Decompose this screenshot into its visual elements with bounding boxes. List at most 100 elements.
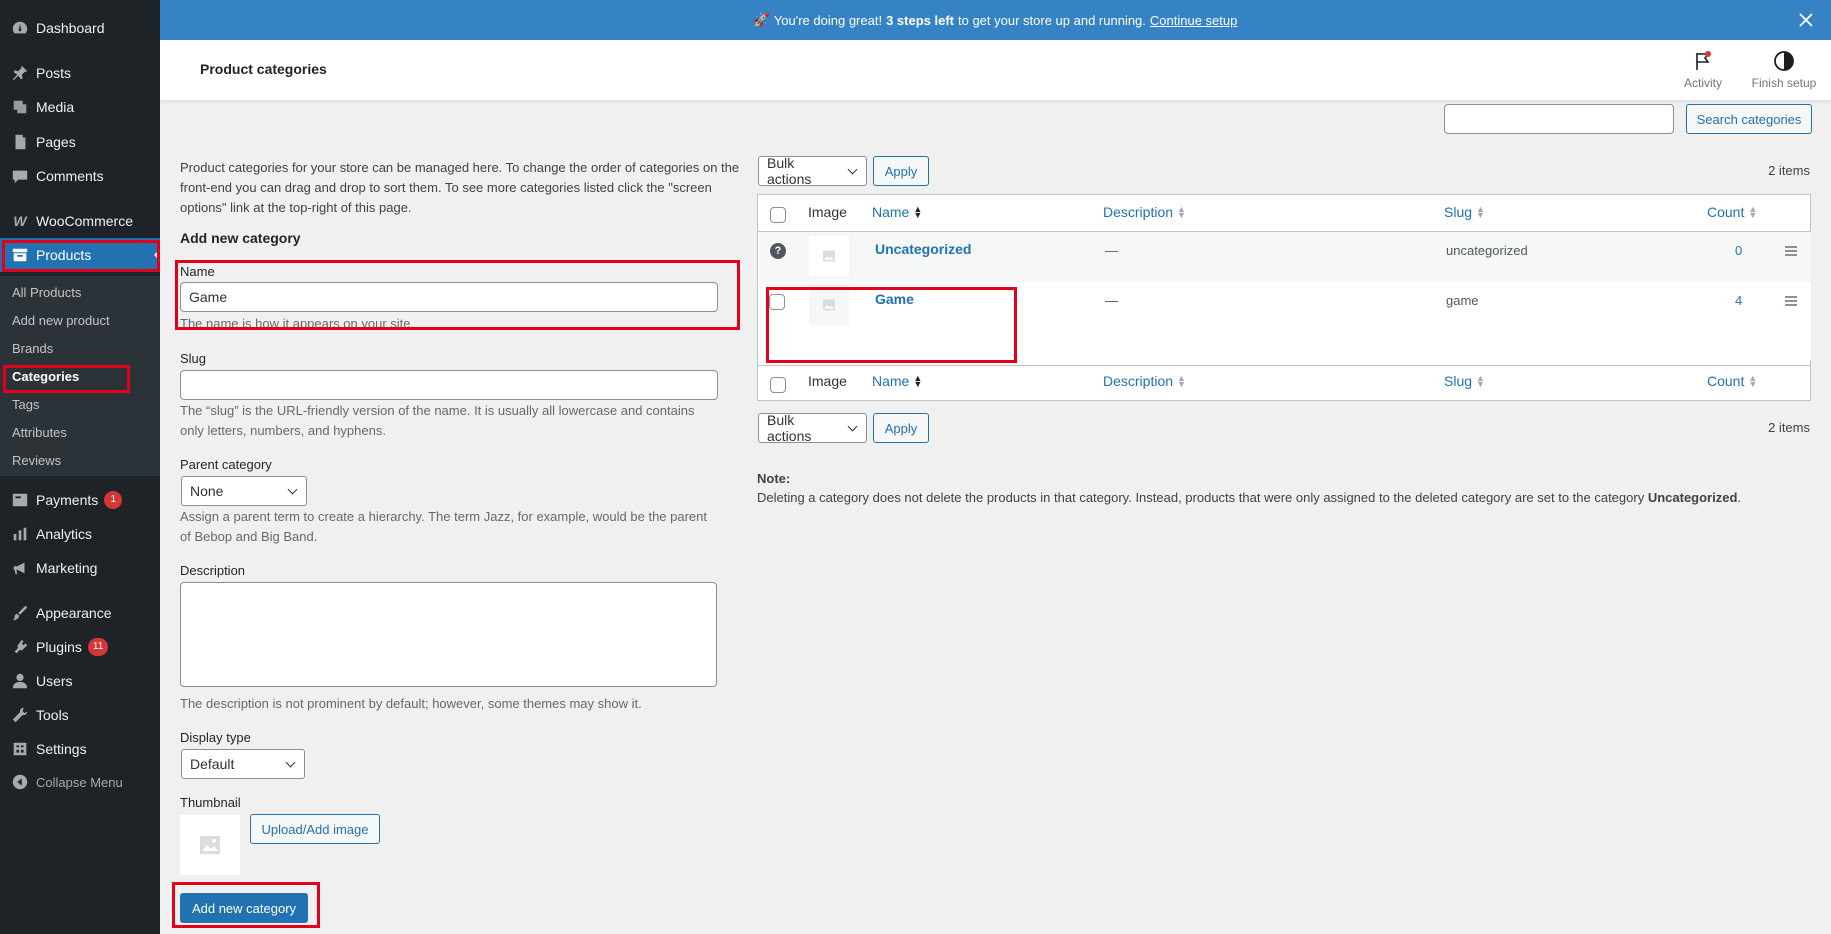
comments-icon — [10, 166, 30, 186]
close-icon[interactable] — [1795, 9, 1817, 31]
menu-comments[interactable]: Comments — [0, 159, 160, 193]
note-bold: Uncategorized — [1647, 490, 1738, 505]
menu-dashboard[interactable]: Dashboard — [0, 11, 160, 45]
menu-payments[interactable]: Payments 1 — [0, 483, 160, 517]
search-categories-input[interactable] — [1444, 104, 1674, 134]
menu-posts[interactable]: Posts — [0, 56, 160, 90]
column-image: Image — [808, 204, 847, 220]
column-count[interactable]: Count ▲ ▼ — [1707, 204, 1757, 220]
submenu-reviews[interactable]: Reviews — [12, 453, 61, 468]
submenu-tags[interactable]: Tags — [12, 397, 39, 412]
submenu-brands[interactable]: Brands — [12, 341, 53, 356]
column-name-label: Name — [872, 373, 910, 389]
category-slug: game — [1446, 293, 1479, 308]
menu-tools[interactable]: Tools — [0, 698, 160, 732]
add-category-heading: Add new category — [180, 230, 301, 246]
flag-icon — [1696, 51, 1711, 70]
column-slug[interactable]: Slug ▲ ▼ — [1444, 204, 1485, 220]
menu-analytics[interactable]: Analytics — [0, 517, 160, 551]
woocommerce-icon: W — [13, 213, 27, 229]
description-textarea[interactable] — [180, 582, 717, 687]
parent-category-help: Assign a parent term to create a hierarc… — [180, 509, 708, 544]
submenu-all-products[interactable]: All Products — [12, 285, 81, 300]
activity-label: Activity — [1683, 76, 1722, 90]
column-description-footer[interactable]: Description ▲ ▼ — [1103, 373, 1186, 389]
sort-icon: ▲ ▼ — [1177, 204, 1186, 220]
column-slug-footer[interactable]: Slug ▲ ▼ — [1444, 373, 1485, 389]
menu-users[interactable]: Users — [0, 664, 160, 698]
image-placeholder-icon — [200, 836, 220, 854]
description-help: The description is not prominent by defa… — [180, 696, 642, 711]
dashboard-icon — [10, 18, 30, 38]
banner-steps: 3 steps left — [886, 12, 954, 28]
menu-pages[interactable]: Pages — [0, 125, 160, 159]
setup-banner: 🚀 You're doing great! 3 steps left to ge… — [160, 0, 1831, 40]
column-count-label: Count — [1707, 373, 1745, 389]
menu-settings[interactable]: Settings — [0, 732, 160, 766]
plugin-icon — [10, 637, 30, 657]
brush-icon — [10, 603, 30, 623]
upload-image-button[interactable]: Upload/Add image — [250, 814, 380, 844]
column-count-footer[interactable]: Count ▲ ▼ — [1707, 373, 1757, 389]
menu-media[interactable]: Media — [0, 90, 160, 124]
category-count-link[interactable]: 0 — [1735, 243, 1742, 258]
menu-label: Dashboard — [36, 20, 105, 36]
analytics-icon — [10, 524, 30, 544]
category-slug: uncategorized — [1446, 243, 1528, 258]
continue-setup-link[interactable]: Continue setup — [1150, 13, 1237, 28]
search-categories-button[interactable]: Search categories — [1686, 104, 1812, 134]
drag-handle-icon[interactable] — [1785, 296, 1797, 308]
wrench-icon — [10, 705, 30, 725]
submenu-attributes[interactable]: Attributes — [12, 425, 67, 440]
sort-icon: ▲ ▼ — [1748, 204, 1758, 220]
drag-handle-icon[interactable] — [1785, 246, 1797, 258]
table-row: ? Uncategorized — uncategorized 0 — [759, 232, 1811, 282]
finish-setup-button[interactable]: Finish setup — [1744, 50, 1824, 90]
apply-button-top[interactable]: Apply — [873, 156, 929, 186]
thumbnail-label: Thumbnail — [180, 795, 241, 810]
column-name-footer[interactable]: Name ▲ ▼ — [872, 373, 922, 389]
menu-label: Plugins — [36, 639, 82, 655]
bulk-actions-select-bottom[interactable]: Bulk actions — [758, 412, 867, 444]
menu-marketing[interactable]: Marketing — [0, 551, 160, 585]
bulk-actions-select-top[interactable]: Bulk actions — [758, 155, 867, 187]
column-name[interactable]: Name ▲ ▼ — [872, 204, 922, 220]
submenu-add-new-product[interactable]: Add new product — [12, 313, 110, 328]
select-all-checkbox[interactable] — [770, 207, 786, 223]
parent-category-label: Parent category — [180, 457, 272, 472]
column-description-label: Description — [1103, 204, 1174, 220]
items-count-top: 2 items — [1768, 163, 1810, 178]
category-count-link[interactable]: 4 — [1735, 293, 1742, 308]
apply-button-bottom[interactable]: Apply — [873, 413, 929, 443]
admin-sidebar: Dashboard Posts Media Pages Comments W W… — [0, 0, 160, 934]
menu-label: Appearance — [36, 605, 112, 621]
help-icon[interactable]: ? — [770, 243, 786, 259]
progress-circle-icon — [1774, 51, 1794, 71]
select-all-checkbox-bottom[interactable] — [770, 377, 786, 393]
rocket-icon: 🚀 — [753, 12, 770, 27]
plugins-badge: 11 — [87, 638, 109, 656]
items-count-bottom: 2 items — [1768, 420, 1810, 435]
menu-woocommerce[interactable]: W WooCommerce — [0, 204, 160, 238]
column-slug-label: Slug — [1444, 373, 1473, 389]
menu-appearance[interactable]: Appearance — [0, 596, 160, 630]
menu-collapse[interactable]: Collapse Menu — [0, 765, 160, 799]
menu-plugins[interactable]: Plugins 11 — [0, 630, 160, 664]
menu-label: WooCommerce — [36, 213, 133, 229]
column-description[interactable]: Description ▲ ▼ — [1103, 204, 1186, 220]
column-count-label: Count — [1707, 204, 1745, 220]
parent-category-select[interactable]: None — [181, 476, 307, 506]
pin-icon — [10, 63, 30, 83]
settings-icon — [10, 739, 30, 759]
page-title: Product categories — [200, 61, 327, 77]
user-icon — [10, 671, 30, 691]
payments-badge: 1 — [104, 491, 123, 509]
slug-input[interactable] — [180, 370, 718, 400]
menu-label: Pages — [36, 134, 76, 150]
description-label: Description — [180, 563, 246, 578]
category-name-link[interactable]: Uncategorized — [875, 241, 971, 257]
column-slug-label: Slug — [1444, 204, 1473, 220]
display-type-select[interactable]: Default — [181, 749, 305, 779]
activity-button[interactable]: Activity — [1663, 50, 1743, 90]
column-description-label: Description — [1103, 373, 1174, 389]
